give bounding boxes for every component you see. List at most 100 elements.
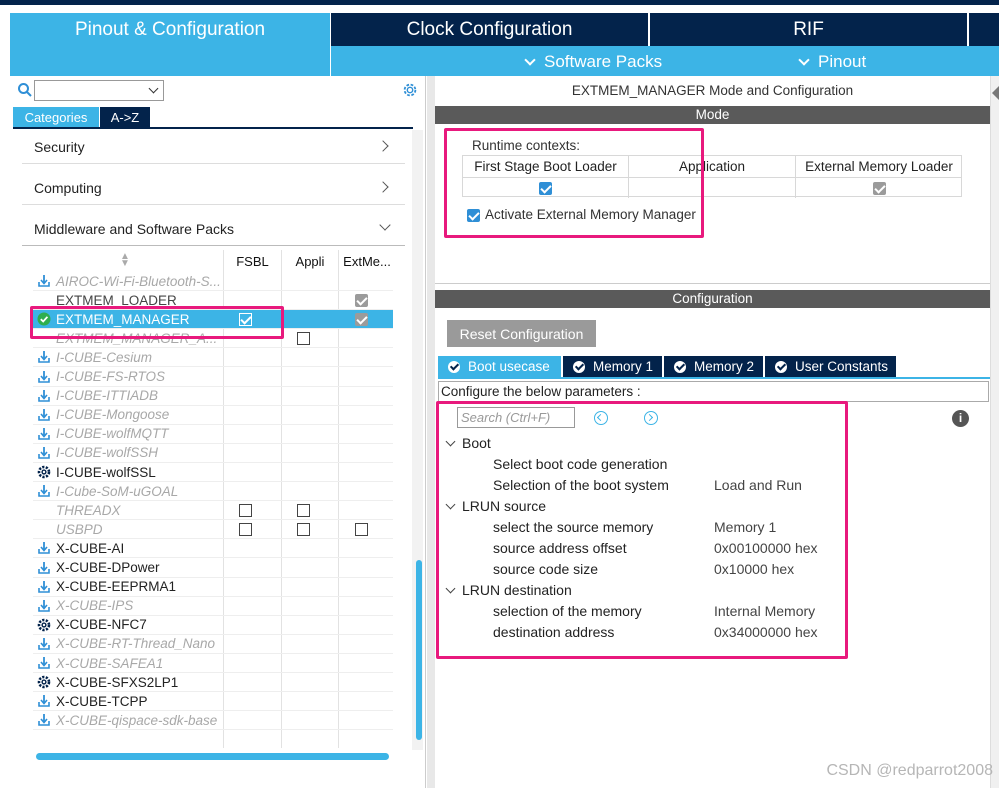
package-name: I-CUBE-ITTIADB bbox=[56, 388, 159, 404]
package-row[interactable]: AIROC-Wi-Fi-Bluetooth-S... bbox=[33, 272, 393, 291]
package-name: X-CUBE-EEPRMA1 bbox=[56, 579, 177, 595]
checkbox-fsbl[interactable] bbox=[239, 504, 252, 518]
tab-label: User Constants bbox=[795, 359, 889, 374]
column-label: ExtMe... bbox=[343, 253, 391, 269]
package-name: I-CUBE-wolfSSL bbox=[56, 464, 156, 480]
download-icon bbox=[38, 657, 50, 669]
mode-config-title: EXTMEM_MANAGER Mode and Configuration bbox=[571, 83, 854, 98]
menu-software-packs[interactable]: Software Packs bbox=[524, 50, 662, 74]
checkbox-disabled-icon bbox=[872, 181, 886, 195]
context-header-extmem-loader: External Memory Loader bbox=[805, 159, 953, 174]
package-row[interactable]: X-CUBE-NFC7 bbox=[33, 616, 393, 635]
package-row[interactable]: X-CUBE-DPower bbox=[33, 559, 393, 578]
tab-pinout-configuration[interactable]: Pinout & Configuration bbox=[10, 13, 330, 46]
tab-clock-configuration[interactable]: Clock Configuration bbox=[331, 13, 648, 46]
search-combo[interactable] bbox=[34, 80, 164, 101]
package-row[interactable]: THREADX bbox=[33, 501, 393, 521]
tab-more[interactable] bbox=[969, 13, 999, 46]
context-cell-extmem-loader bbox=[796, 177, 962, 198]
ok-check-icon bbox=[573, 360, 585, 373]
download-icon bbox=[38, 446, 50, 459]
category-middleware[interactable]: Middleware and Software Packs bbox=[22, 212, 405, 246]
package-row[interactable]: I-CUBE-Mongoose bbox=[33, 406, 393, 425]
checkbox-ext[interactable] bbox=[355, 523, 368, 537]
column-fsbl[interactable]: FSBL bbox=[224, 250, 281, 272]
package-row[interactable]: USBPD bbox=[33, 520, 393, 540]
package-row[interactable]: X-CUBE-RT-Thread_Nano bbox=[33, 635, 393, 654]
package-row[interactable]: I-CUBE-wolfMQTT bbox=[33, 425, 393, 444]
column-extmem[interactable]: ExtMe... bbox=[339, 250, 395, 272]
search-icon[interactable] bbox=[17, 82, 33, 98]
horizontal-scrollbar[interactable] bbox=[36, 753, 389, 760]
checkbox-fsbl[interactable] bbox=[239, 523, 252, 537]
download-icon bbox=[38, 351, 50, 364]
package-row[interactable]: X-CUBE-SAFEA1 bbox=[33, 654, 393, 673]
download-icon bbox=[38, 695, 50, 707]
tab-rif[interactable]: RIF bbox=[650, 13, 967, 46]
chevron-down-icon bbox=[148, 83, 159, 94]
category-security[interactable]: Security bbox=[22, 130, 405, 164]
highlight-box bbox=[30, 306, 284, 339]
column-label: FSBL bbox=[236, 253, 269, 269]
ok-check-icon bbox=[674, 360, 686, 373]
checkbox-appli[interactable] bbox=[297, 523, 310, 537]
tab-label: RIF bbox=[793, 18, 824, 40]
checkbox-appli[interactable] bbox=[297, 332, 310, 346]
package-row[interactable]: X-CUBE-AI bbox=[33, 539, 393, 559]
package-name: I-CUBE-Mongoose bbox=[56, 407, 170, 423]
collapse-arrow-icon[interactable] bbox=[992, 86, 999, 100]
checkbox-ext[interactable] bbox=[355, 294, 368, 308]
reset-configuration-button[interactable]: Reset Configuration bbox=[447, 320, 596, 347]
sub-menu-bar bbox=[331, 46, 999, 76]
download-icon bbox=[38, 637, 50, 650]
package-row[interactable]: I-CUBE-Cesium bbox=[33, 348, 393, 368]
package-row[interactable]: I-CUBE-FS-RTOS bbox=[33, 368, 393, 387]
category-label: Middleware and Software Packs bbox=[34, 220, 234, 237]
package-name: USBPD bbox=[56, 521, 103, 537]
package-row[interactable]: X-CUBE-SFXS2LP1 bbox=[33, 673, 393, 693]
sort-icon[interactable]: ▲ ▼ bbox=[120, 252, 134, 269]
category-label: Computing bbox=[34, 179, 102, 196]
tab-categories[interactable]: Categories bbox=[13, 107, 99, 127]
package-name: THREADX bbox=[56, 502, 121, 518]
tab-boot-usecase[interactable]: Boot usecase bbox=[438, 356, 561, 377]
tab-label: Pinout & Configuration bbox=[74, 18, 266, 40]
download-icon bbox=[38, 599, 50, 612]
checkbox-appli[interactable] bbox=[297, 504, 310, 518]
package-row[interactable]: I-CUBE-ITTIADB bbox=[33, 387, 393, 406]
download-icon bbox=[38, 408, 50, 421]
right-edge bbox=[990, 76, 999, 788]
package-row[interactable]: I-CUBE-wolfSSH bbox=[33, 444, 393, 463]
package-name: AIROC-Wi-Fi-Bluetooth-S... bbox=[56, 273, 221, 289]
highlight-box bbox=[436, 401, 848, 659]
tab-memory-1[interactable]: Memory 1 bbox=[563, 356, 662, 377]
configure-hint: Configure the below parameters : bbox=[438, 381, 989, 402]
package-row[interactable]: I-CUBE-wolfSSL bbox=[33, 463, 393, 482]
chevron-right-icon bbox=[377, 181, 389, 193]
package-name: X-CUBE-SFXS2LP1 bbox=[56, 674, 179, 690]
menu-pinout[interactable]: Pinout bbox=[798, 50, 867, 74]
package-row[interactable]: X-CUBE-qispace-sdk-base bbox=[33, 711, 393, 731]
chevron-down-icon bbox=[798, 53, 810, 66]
chevron-right-icon bbox=[377, 140, 389, 152]
package-row[interactable]: X-CUBE-EEPRMA1 bbox=[33, 578, 393, 597]
tab-a-z[interactable]: A->Z bbox=[100, 107, 150, 127]
info-icon[interactable]: i bbox=[952, 410, 969, 427]
package-row[interactable]: I-Cube-SoM-uGOAL bbox=[33, 482, 393, 502]
column-appli[interactable]: Appli bbox=[282, 250, 338, 272]
package-row[interactable]: X-CUBE-IPS bbox=[33, 597, 393, 616]
package-row[interactable]: X-CUBE-TCPP bbox=[33, 692, 393, 712]
vertical-scrollbar[interactable] bbox=[416, 560, 422, 740]
panel-splitter[interactable] bbox=[427, 76, 435, 788]
tab-user-constants[interactable]: User Constants bbox=[765, 356, 896, 377]
package-name: X-CUBE-DPower bbox=[56, 560, 160, 575]
download-icon bbox=[38, 714, 50, 727]
menu-label: Pinout bbox=[818, 52, 867, 71]
tab-memory-2[interactable]: Memory 2 bbox=[664, 356, 763, 377]
settings-gear-icon[interactable] bbox=[401, 81, 419, 99]
checkbox-ext[interactable] bbox=[355, 313, 368, 327]
mode-section-header: Mode bbox=[435, 106, 990, 124]
category-computing[interactable]: Computing bbox=[22, 171, 405, 205]
chevron-down-icon bbox=[524, 53, 536, 66]
package-name: I-CUBE-wolfSSH bbox=[56, 445, 159, 461]
